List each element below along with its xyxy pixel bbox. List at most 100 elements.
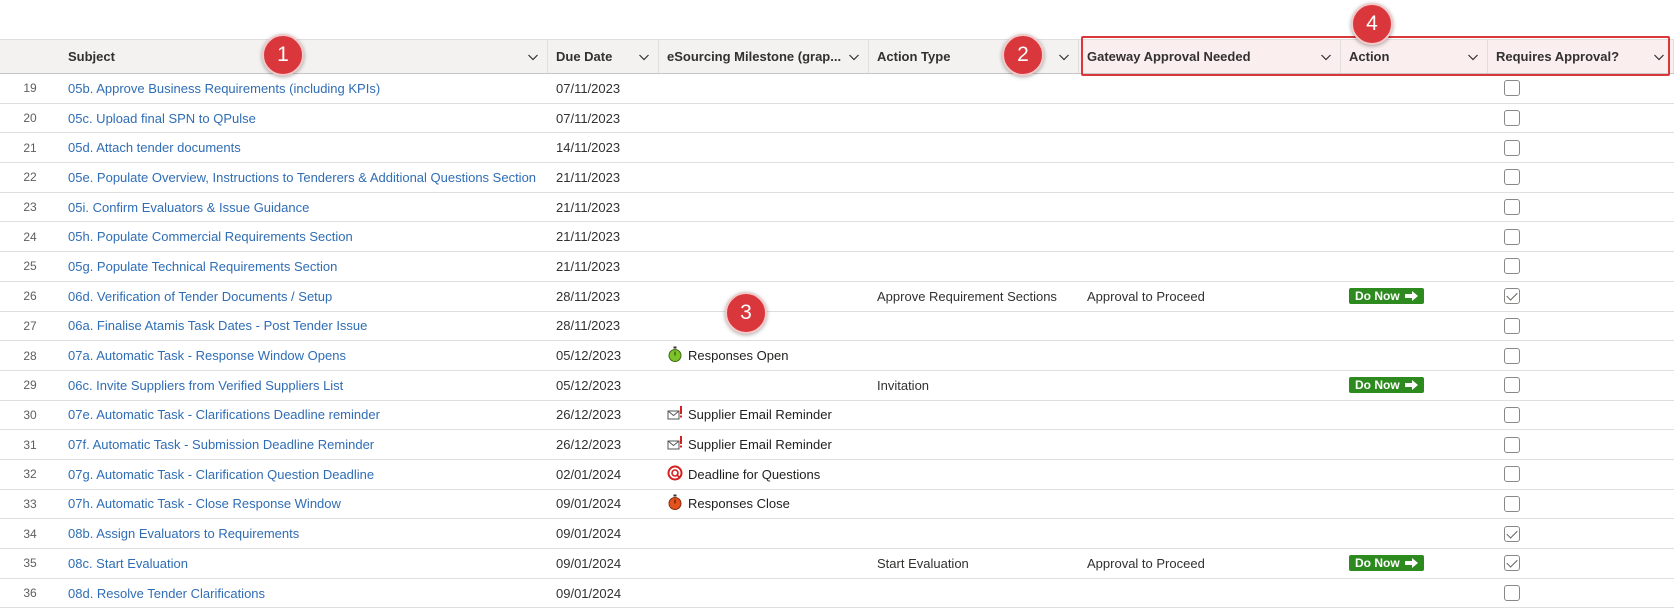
table-row[interactable]: 27 06a. Finalise Atamis Task Dates - Pos… xyxy=(0,312,1674,342)
subject-link[interactable]: 05h. Populate Commercial Requirements Se… xyxy=(68,229,353,244)
subject-link[interactable]: 06d. Verification of Tender Documents / … xyxy=(68,289,332,304)
column-header-action-type[interactable]: Action Type xyxy=(869,40,1079,73)
requires-approval-checkbox[interactable] xyxy=(1504,555,1520,572)
subject-link[interactable]: 08b. Assign Evaluators to Requirements xyxy=(68,526,299,541)
subject-link[interactable]: 05i. Confirm Evaluators & Issue Guidance xyxy=(68,200,309,215)
action-cell xyxy=(1341,519,1488,548)
requires-approval-checkbox[interactable] xyxy=(1504,347,1520,364)
milestone-cell: Supplier Email Reminder xyxy=(659,401,869,430)
action-type-cell xyxy=(869,222,1079,251)
requires-approval-checkbox[interactable] xyxy=(1504,199,1520,216)
subject-link[interactable]: 05b. Approve Business Requirements (incl… xyxy=(68,81,380,96)
table-row[interactable]: 35 08c. Start Evaluation 09/01/2024 Star… xyxy=(0,549,1674,579)
table-row[interactable]: 30 07e. Automatic Task - Clarifications … xyxy=(0,401,1674,431)
requires-approval-checkbox[interactable] xyxy=(1504,495,1520,512)
subject-link[interactable]: 07f. Automatic Task - Submission Deadlin… xyxy=(68,437,374,452)
action-cell xyxy=(1341,133,1488,162)
table-row[interactable]: 29 06c. Invite Suppliers from Verified S… xyxy=(0,371,1674,401)
row-number: 28 xyxy=(23,348,37,363)
subject-cell: 07g. Automatic Task - Clarification Ques… xyxy=(60,460,548,489)
requires-approval-checkbox[interactable] xyxy=(1504,377,1520,394)
table-row[interactable]: 25 05g. Populate Technical Requirements … xyxy=(0,252,1674,282)
chevron-down-icon[interactable] xyxy=(1058,51,1070,63)
table-row[interactable]: 33 07h. Automatic Task - Close Response … xyxy=(0,490,1674,520)
requires-approval-checkbox[interactable] xyxy=(1504,406,1520,423)
subject-link[interactable]: 05c. Upload final SPN to QPulse xyxy=(68,111,256,126)
chevron-down-icon[interactable] xyxy=(638,51,650,63)
column-header-due-date[interactable]: Due Date xyxy=(548,40,659,73)
milestone-cell xyxy=(659,74,869,103)
chevron-down-icon[interactable] xyxy=(848,51,860,63)
subject-cell: 07h. Automatic Task - Close Response Win… xyxy=(60,490,548,519)
requires-approval-checkbox[interactable] xyxy=(1504,525,1520,542)
subject-link[interactable]: 05d. Attach tender documents xyxy=(68,140,241,155)
action-cell xyxy=(1341,401,1488,430)
requires-approval-checkbox[interactable] xyxy=(1504,258,1520,275)
requires-approval-cell xyxy=(1488,341,1674,370)
milestone-cell: Supplier Email Reminder xyxy=(659,430,869,459)
table-row[interactable]: 26 06d. Verification of Tender Documents… xyxy=(0,282,1674,312)
subject-link[interactable]: 05e. Populate Overview, Instructions to … xyxy=(68,170,536,185)
due-date-cell: 21/11/2023 xyxy=(556,169,621,185)
grid-header: Subject Due Date eSourcing Milestone (gr… xyxy=(0,39,1674,74)
due-date-cell: 28/11/2023 xyxy=(556,318,621,334)
table-row[interactable]: 36 08d. Resolve Tender Clarifications 09… xyxy=(0,579,1674,609)
subject-link[interactable]: 05g. Populate Technical Requirements Sec… xyxy=(68,259,337,274)
requires-approval-checkbox[interactable] xyxy=(1504,436,1520,453)
do-now-button[interactable]: Do Now xyxy=(1349,555,1424,572)
gateway-approval-cell: Approval to Proceed xyxy=(1087,288,1205,304)
requires-approval-checkbox[interactable] xyxy=(1504,80,1520,97)
requires-approval-checkbox[interactable] xyxy=(1504,139,1520,156)
column-header-gateway-approval-needed[interactable]: Gateway Approval Needed xyxy=(1079,40,1341,73)
requires-approval-checkbox[interactable] xyxy=(1504,228,1520,245)
table-row[interactable]: 20 05c. Upload final SPN to QPulse 07/11… xyxy=(0,104,1674,134)
requires-approval-checkbox[interactable] xyxy=(1504,317,1520,334)
due-date-cell: 26/12/2023 xyxy=(556,437,622,453)
column-header-requires-approval[interactable]: Requires Approval? xyxy=(1488,40,1674,73)
subject-link[interactable]: 07a. Automatic Task - Response Window Op… xyxy=(68,348,346,363)
subject-link[interactable]: 06a. Finalise Atamis Task Dates - Post T… xyxy=(68,318,367,333)
chevron-down-icon[interactable] xyxy=(1467,51,1479,63)
due-date-cell: 05/12/2023 xyxy=(556,348,622,364)
subject-link[interactable]: 06c. Invite Suppliers from Verified Supp… xyxy=(68,378,343,393)
requires-approval-checkbox[interactable] xyxy=(1504,466,1520,483)
milestone-cell xyxy=(659,579,869,608)
table-row[interactable]: 31 07f. Automatic Task - Submission Dead… xyxy=(0,430,1674,460)
requires-approval-checkbox[interactable] xyxy=(1504,585,1520,602)
requires-approval-checkbox[interactable] xyxy=(1504,110,1520,127)
subject-link[interactable]: 07e. Automatic Task - Clarifications Dea… xyxy=(68,407,380,422)
do-now-button[interactable]: Do Now xyxy=(1349,377,1424,394)
table-row[interactable]: 32 07g. Automatic Task - Clarification Q… xyxy=(0,460,1674,490)
table-row[interactable]: 24 05h. Populate Commercial Requirements… xyxy=(0,222,1674,253)
due-date-cell: 21/11/2023 xyxy=(556,199,621,215)
action-type-cell xyxy=(869,430,1079,459)
subject-link[interactable]: 07h. Automatic Task - Close Response Win… xyxy=(68,496,341,511)
subject-link[interactable]: 07g. Automatic Task - Clarification Ques… xyxy=(68,467,374,482)
gateway-approval-cell xyxy=(1079,104,1341,133)
row-number: 26 xyxy=(23,289,37,304)
action-cell: Do Now xyxy=(1341,549,1488,578)
action-type-cell xyxy=(869,341,1079,370)
table-row[interactable]: 23 05i. Confirm Evaluators & Issue Guida… xyxy=(0,193,1674,223)
chevron-down-icon[interactable] xyxy=(527,51,539,63)
table-row[interactable]: 34 08b. Assign Evaluators to Requirement… xyxy=(0,519,1674,549)
column-header-action[interactable]: Action xyxy=(1341,40,1488,73)
subject-cell: 08b. Assign Evaluators to Requirements xyxy=(60,519,548,548)
due-date-cell: 09/01/2024 xyxy=(556,555,622,571)
column-header-esourcing-milestone[interactable]: eSourcing Milestone (grap... xyxy=(659,40,869,73)
subject-link[interactable]: 08d. Resolve Tender Clarifications xyxy=(68,586,265,601)
table-row[interactable]: 21 05d. Attach tender documents 14/11/20… xyxy=(0,133,1674,164)
chevron-down-icon[interactable] xyxy=(1653,51,1665,63)
requires-approval-checkbox[interactable] xyxy=(1504,288,1520,305)
chevron-down-icon[interactable] xyxy=(1320,51,1332,63)
action-cell xyxy=(1341,222,1488,251)
gateway-approval-cell xyxy=(1079,341,1341,370)
do-now-button[interactable]: Do Now xyxy=(1349,288,1424,305)
column-header-subject[interactable]: Subject xyxy=(60,40,548,73)
table-row[interactable]: 22 05e. Populate Overview, Instructions … xyxy=(0,163,1674,193)
table-row[interactable]: 19 05b. Approve Business Requirements (i… xyxy=(0,74,1674,104)
milestone-label: Deadline for Questions xyxy=(688,466,821,482)
subject-link[interactable]: 08c. Start Evaluation xyxy=(68,556,188,571)
requires-approval-checkbox[interactable] xyxy=(1504,169,1520,186)
table-row[interactable]: 28 07a. Automatic Task - Response Window… xyxy=(0,341,1674,371)
